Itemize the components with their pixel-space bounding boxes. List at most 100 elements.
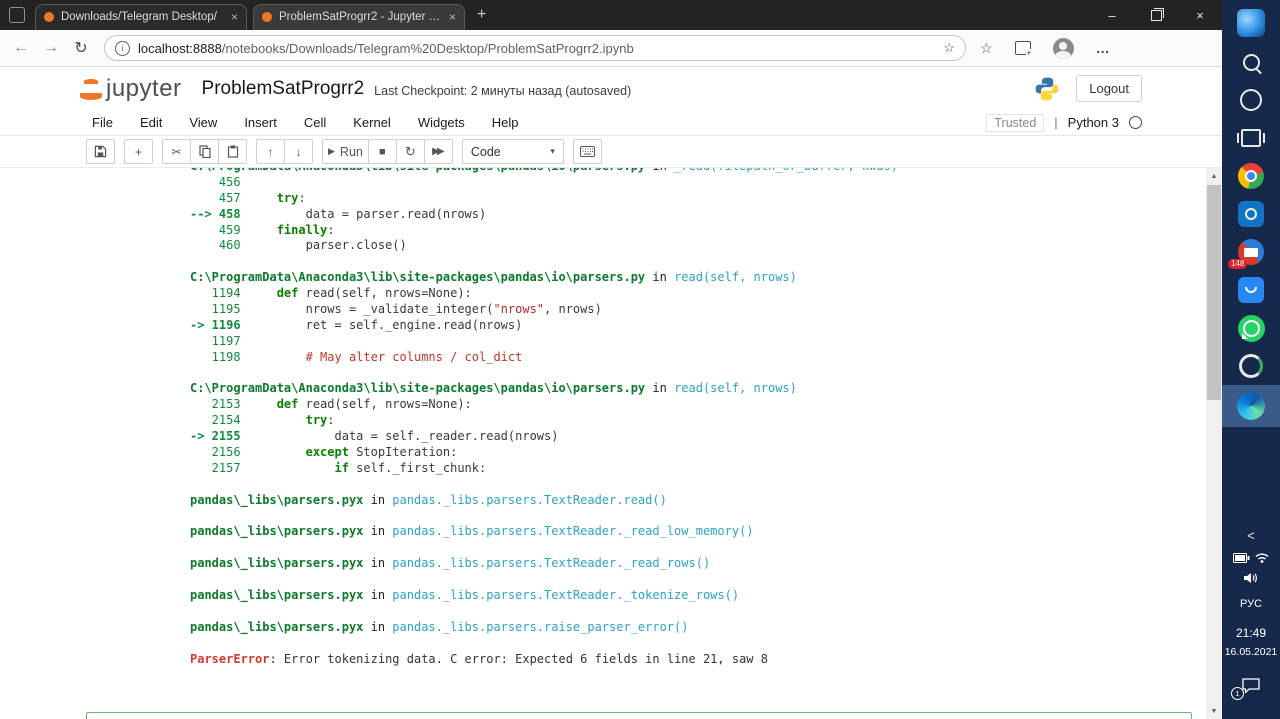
- traceback-line: 1197: [190, 334, 898, 350]
- tray-status-icons[interactable]: [1222, 552, 1280, 563]
- interrupt-kernel-button[interactable]: ■: [368, 139, 397, 164]
- menu-kernel[interactable]: Kernel: [353, 115, 391, 130]
- menu-cell[interactable]: Cell: [304, 115, 326, 130]
- favorites-icon[interactable]: ☆: [980, 40, 993, 57]
- tray-expand-icon[interactable]: <: [1222, 528, 1280, 543]
- user-avatar-icon[interactable]: [1222, 3, 1280, 43]
- command-palette-button[interactable]: [573, 139, 602, 164]
- collections-icon[interactable]: [1015, 41, 1031, 55]
- traceback-line: C:\ProgramData\Anaconda3\lib\site-packag…: [190, 270, 898, 286]
- notebook-title[interactable]: ProblemSatProgrr2: [202, 78, 365, 100]
- tab-notebook[interactable]: ProblemSatProgrr2 - Jupyter No ×: [253, 4, 465, 30]
- search-icon[interactable]: [1222, 43, 1280, 81]
- restart-kernel-button[interactable]: ↻: [396, 139, 425, 164]
- save-button[interactable]: [86, 139, 115, 164]
- forward-button[interactable]: →: [36, 39, 66, 57]
- url-host: localhost:8888: [138, 41, 222, 56]
- scroll-thumb[interactable]: [1207, 185, 1221, 400]
- chrome-icon[interactable]: [1222, 157, 1280, 195]
- cortana-icon[interactable]: [1222, 81, 1280, 119]
- traceback-line: [190, 509, 898, 525]
- kernel-status-icon: [1129, 116, 1142, 129]
- close-button[interactable]: ×: [1178, 0, 1222, 30]
- refresh-button[interactable]: ↻: [66, 38, 96, 58]
- workspaces-icon[interactable]: [9, 7, 25, 23]
- scroll-up-icon[interactable]: ▲: [1206, 168, 1222, 184]
- cell-type-select[interactable]: Code ▾: [462, 139, 564, 164]
- jupyter-logo[interactable]: jupyter: [80, 75, 182, 103]
- action-center-icon[interactable]: 1: [1222, 678, 1280, 698]
- kernel-name: Python 3: [1068, 115, 1119, 130]
- traceback-line: pandas\_libs\parsers.pyx in pandas._libs…: [190, 493, 898, 509]
- tab-close-icon[interactable]: ×: [231, 10, 238, 24]
- sync-app-icon[interactable]: [1222, 347, 1280, 385]
- move-cell-up-button[interactable]: ↑: [256, 139, 285, 164]
- clock-time[interactable]: 21:49: [1222, 626, 1280, 640]
- logout-button[interactable]: Logout: [1076, 75, 1142, 102]
- paste-icon: [227, 145, 239, 158]
- traceback-line: ParserError: Error tokenizing data. C er…: [190, 652, 898, 668]
- menu-edit[interactable]: Edit: [140, 115, 162, 130]
- traceback-line: C:\ProgramData\Anaconda3\lib\site-packag…: [190, 168, 898, 175]
- menu-file[interactable]: File: [92, 115, 113, 130]
- profile-avatar[interactable]: [1053, 38, 1074, 59]
- menu-bar-items: File Edit View Insert Cell Kernel Widgets Help: [92, 115, 519, 130]
- jupyter-toolbar: + ✂ ↑ ↓ ▶Run ■ ↻ ▶▶ Code ▾: [0, 136, 1222, 168]
- traceback-line: -> 2155 data = self._reader.read(nrows): [190, 429, 898, 445]
- mail-app-icon[interactable]: 148: [1222, 233, 1280, 271]
- traceback-line: pandas\_libs\parsers.pyx in pandas._libs…: [190, 620, 898, 636]
- add-cell-button[interactable]: +: [124, 139, 153, 164]
- move-cell-down-button[interactable]: ↓: [284, 139, 313, 164]
- traceback-line: 459 finally:: [190, 223, 898, 239]
- copy-icon: [199, 145, 211, 158]
- blue-square-app-icon[interactable]: [1222, 271, 1280, 309]
- python-logo-icon: [1034, 76, 1060, 102]
- scroll-down-icon[interactable]: ▼: [1206, 703, 1222, 719]
- tab-downloads-folder[interactable]: Downloads/Telegram Desktop/ ×: [35, 4, 247, 30]
- url-bar[interactable]: i localhost:8888/notebooks/Downloads/Tel…: [104, 35, 966, 61]
- new-tab-button[interactable]: +: [477, 6, 486, 24]
- restart-run-all-button[interactable]: ▶▶: [424, 139, 453, 164]
- add-favorite-star-icon[interactable]: ☆: [943, 40, 955, 56]
- volume-icon[interactable]: [1222, 572, 1280, 584]
- task-view-icon[interactable]: [1222, 119, 1280, 157]
- camera-app-icon[interactable]: [1222, 195, 1280, 233]
- windows-taskbar: 148 < РУС 21:49 16.05.2021 1: [1222, 0, 1280, 719]
- traceback-line: [190, 477, 898, 493]
- run-cell-button[interactable]: ▶Run: [322, 139, 369, 164]
- paste-cell-button[interactable]: [218, 139, 247, 164]
- trusted-badge[interactable]: Trusted: [986, 114, 1044, 132]
- traceback-line: [190, 604, 898, 620]
- run-icon: ▶: [328, 146, 335, 157]
- copy-cell-button[interactable]: [190, 139, 219, 164]
- clock-date[interactable]: 16.05.2021: [1222, 646, 1280, 658]
- navbar-icons: ☆ …: [980, 38, 1110, 59]
- language-indicator[interactable]: РУС: [1222, 598, 1280, 610]
- edge-browser-icon[interactable]: [1222, 385, 1280, 427]
- restore-button[interactable]: [1134, 0, 1178, 30]
- settings-menu-icon[interactable]: …: [1096, 40, 1110, 56]
- empty-code-cell[interactable]: [86, 712, 1192, 719]
- traceback-line: 2153 def read(self, nrows=None):: [190, 397, 898, 413]
- traceback-line: --> 458 data = parser.read(nrows): [190, 207, 898, 223]
- back-button[interactable]: ←: [6, 39, 36, 57]
- site-info-icon[interactable]: i: [115, 41, 130, 56]
- whatsapp-icon[interactable]: [1222, 309, 1280, 347]
- notification-count: 1: [1231, 687, 1244, 700]
- save-icon: [94, 145, 107, 158]
- jupyter-logo-icon: [80, 79, 102, 100]
- jupyter-menu-bar: FileEditViewInsertCellKernelWidgetsHelp …: [0, 110, 1222, 136]
- chevron-down-icon: ▾: [550, 146, 555, 157]
- traceback-line: -> 1196 ret = self._engine.read(nrows): [190, 318, 898, 334]
- menu-widgets[interactable]: Widgets: [418, 115, 465, 130]
- url-text: localhost:8888/notebooks/Downloads/Teleg…: [138, 41, 935, 56]
- scrollbar[interactable]: ▲ ▼: [1206, 168, 1222, 719]
- menu-help[interactable]: Help: [492, 115, 519, 130]
- traceback-line: pandas\_libs\parsers.pyx in pandas._libs…: [190, 524, 898, 540]
- tab-close-icon[interactable]: ×: [449, 10, 456, 24]
- menu-insert[interactable]: Insert: [244, 115, 277, 130]
- minimize-button[interactable]: –: [1090, 0, 1134, 30]
- menu-view[interactable]: View: [189, 115, 217, 130]
- cut-cell-button[interactable]: ✂: [162, 139, 191, 164]
- browser-navbar: ← → ↻ i localhost:8888/notebooks/Downloa…: [0, 30, 1222, 67]
